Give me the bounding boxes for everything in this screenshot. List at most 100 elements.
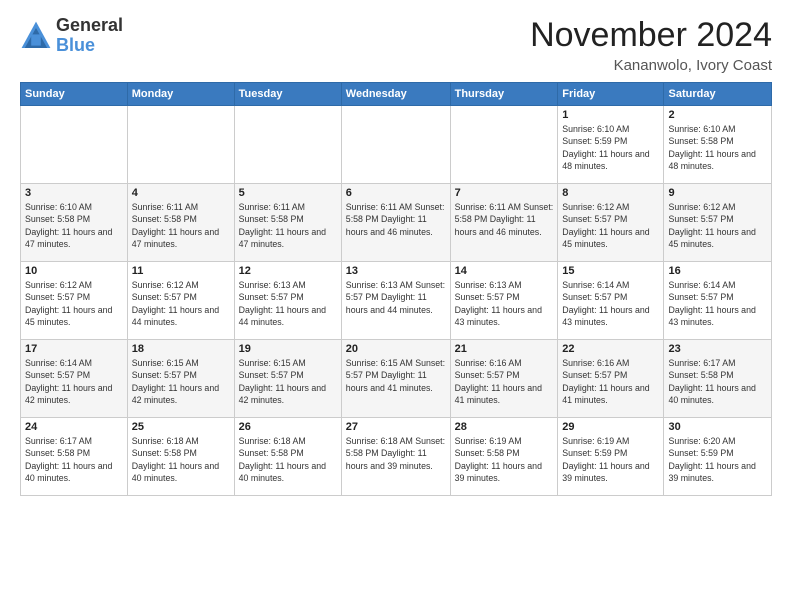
location: Kananwolo, Ivory Coast (530, 57, 772, 74)
day-number: 25 (132, 421, 230, 433)
table-cell: 21 Sunrise: 6:16 AM Sunset: 5:57 PM Dayli… (450, 340, 558, 418)
day-info: Sunrise: 6:14 AM Sunset: 5:57 PM Dayligh… (25, 357, 123, 406)
table-cell: 9Sunrise: 6:12 AM Sunset: 5:57 PM Daylig… (664, 184, 772, 262)
table-cell (341, 106, 450, 184)
day-number: 16 (668, 265, 767, 277)
day-info: Sunrise: 6:19 AM Sunset: 5:58 PM Dayligh… (455, 435, 554, 484)
day-number: 15 (562, 265, 659, 277)
day-info: Sunrise: 6:11 AM Sunset: 5:58 PM Dayligh… (132, 201, 230, 250)
week-row-2: 10 Sunrise: 6:12 AM Sunset: 5:57 PM Dayli… (21, 262, 772, 340)
week-row-4: 24Sunrise: 6:17 AM Sunset: 5:58 PM Dayli… (21, 418, 772, 496)
table-cell: 16Sunrise: 6:14 AM Sunset: 5:57 PM Dayli… (664, 262, 772, 340)
day-info: Sunrise: 6:11 AM Sunset: 5:58 PM Dayligh… (455, 201, 554, 238)
day-number: 29 (562, 421, 659, 433)
table-cell: 30 Sunrise: 6:20 AM Sunset: 5:59 PM Dayli… (664, 418, 772, 496)
day-number: 27 (346, 421, 446, 433)
table-cell: 13 Sunrise: 6:13 AM Sunset: 5:57 PM Dayli… (341, 262, 450, 340)
week-row-0: 1Sunrise: 6:10 AM Sunset: 5:59 PM Daylig… (21, 106, 772, 184)
page-header: General Blue November 2024 Kananwolo, Iv… (20, 16, 772, 74)
table-cell: 17 Sunrise: 6:14 AM Sunset: 5:57 PM Dayli… (21, 340, 128, 418)
day-number: 2 (668, 109, 767, 121)
day-info: Sunrise: 6:17 AM Sunset: 5:58 PM Dayligh… (668, 357, 767, 406)
day-info: Sunrise: 6:10 AM Sunset: 5:59 PM Dayligh… (562, 123, 659, 172)
table-cell: 20Sunrise: 6:15 AM Sunset: 5:57 PM Dayli… (341, 340, 450, 418)
table-cell (450, 106, 558, 184)
table-cell: 26Sunrise: 6:18 AM Sunset: 5:58 PM Dayli… (234, 418, 341, 496)
day-number: 14 (455, 265, 554, 277)
day-number: 19 (239, 343, 337, 355)
day-number: 8 (562, 187, 659, 199)
day-info: Sunrise: 6:12 AM Sunset: 5:57 PM Dayligh… (562, 201, 659, 250)
weekday-header-row: Sunday Monday Tuesday Wednesday Thursday… (21, 83, 772, 106)
table-cell: 7 Sunrise: 6:11 AM Sunset: 5:58 PM Daylig… (450, 184, 558, 262)
header-tuesday: Tuesday (234, 83, 341, 106)
day-info: Sunrise: 6:16 AM Sunset: 5:57 PM Dayligh… (562, 357, 659, 406)
logo-text: General Blue (56, 16, 123, 56)
day-number: 21 (455, 343, 554, 355)
day-info: Sunrise: 6:18 AM Sunset: 5:58 PM Dayligh… (132, 435, 230, 484)
day-info: Sunrise: 6:13 AM Sunset: 5:57 PM Dayligh… (346, 279, 446, 316)
header-monday: Monday (127, 83, 234, 106)
day-number: 3 (25, 187, 123, 199)
day-info: Sunrise: 6:13 AM Sunset: 5:57 PM Dayligh… (239, 279, 337, 328)
calendar-table: Sunday Monday Tuesday Wednesday Thursday… (20, 82, 772, 496)
day-number: 28 (455, 421, 554, 433)
table-cell: 4 Sunrise: 6:11 AM Sunset: 5:58 PM Daylig… (127, 184, 234, 262)
title-section: November 2024 Kananwolo, Ivory Coast (530, 16, 772, 74)
table-cell: 25 Sunrise: 6:18 AM Sunset: 5:58 PM Dayli… (127, 418, 234, 496)
table-cell: 1Sunrise: 6:10 AM Sunset: 5:59 PM Daylig… (558, 106, 664, 184)
table-cell: 23 Sunrise: 6:17 AM Sunset: 5:58 PM Dayli… (664, 340, 772, 418)
table-cell: 11Sunrise: 6:12 AM Sunset: 5:57 PM Dayli… (127, 262, 234, 340)
day-info: Sunrise: 6:10 AM Sunset: 5:58 PM Dayligh… (668, 123, 767, 172)
table-cell: 29Sunrise: 6:19 AM Sunset: 5:59 PM Dayli… (558, 418, 664, 496)
day-number: 11 (132, 265, 230, 277)
table-cell: 18Sunrise: 6:15 AM Sunset: 5:57 PM Dayli… (127, 340, 234, 418)
logo-icon (20, 20, 52, 52)
day-number: 4 (132, 187, 230, 199)
day-number: 13 (346, 265, 446, 277)
day-info: Sunrise: 6:14 AM Sunset: 5:57 PM Dayligh… (562, 279, 659, 328)
day-number: 17 (25, 343, 123, 355)
day-number: 12 (239, 265, 337, 277)
day-info: Sunrise: 6:15 AM Sunset: 5:57 PM Dayligh… (239, 357, 337, 406)
table-cell (234, 106, 341, 184)
table-cell: 24Sunrise: 6:17 AM Sunset: 5:58 PM Dayli… (21, 418, 128, 496)
day-info: Sunrise: 6:20 AM Sunset: 5:59 PM Dayligh… (668, 435, 767, 484)
day-info: Sunrise: 6:18 AM Sunset: 5:58 PM Dayligh… (346, 435, 446, 472)
table-cell (21, 106, 128, 184)
table-cell: 5Sunrise: 6:11 AM Sunset: 5:58 PM Daylig… (234, 184, 341, 262)
table-cell: 14Sunrise: 6:13 AM Sunset: 5:57 PM Dayli… (450, 262, 558, 340)
day-number: 22 (562, 343, 659, 355)
logo: General Blue (20, 16, 123, 56)
header-sunday: Sunday (21, 83, 128, 106)
day-number: 6 (346, 187, 446, 199)
day-info: Sunrise: 6:16 AM Sunset: 5:57 PM Dayligh… (455, 357, 554, 406)
day-number: 7 (455, 187, 554, 199)
table-cell: 2 Sunrise: 6:10 AM Sunset: 5:58 PM Daylig… (664, 106, 772, 184)
day-number: 23 (668, 343, 767, 355)
table-cell: 15 Sunrise: 6:14 AM Sunset: 5:57 PM Dayli… (558, 262, 664, 340)
day-number: 10 (25, 265, 123, 277)
day-number: 5 (239, 187, 337, 199)
header-friday: Friday (558, 83, 664, 106)
table-cell: 19 Sunrise: 6:15 AM Sunset: 5:57 PM Dayli… (234, 340, 341, 418)
day-number: 30 (668, 421, 767, 433)
day-info: Sunrise: 6:15 AM Sunset: 5:57 PM Dayligh… (346, 357, 446, 394)
day-info: Sunrise: 6:12 AM Sunset: 5:57 PM Dayligh… (25, 279, 123, 328)
header-wednesday: Wednesday (341, 83, 450, 106)
day-number: 24 (25, 421, 123, 433)
table-cell: 10 Sunrise: 6:12 AM Sunset: 5:57 PM Dayli… (21, 262, 128, 340)
logo-blue: Blue (56, 36, 123, 56)
week-row-3: 17 Sunrise: 6:14 AM Sunset: 5:57 PM Dayli… (21, 340, 772, 418)
logo-general: General (56, 16, 123, 36)
day-info: Sunrise: 6:12 AM Sunset: 5:57 PM Dayligh… (668, 201, 767, 250)
table-cell: 8 Sunrise: 6:12 AM Sunset: 5:57 PM Daylig… (558, 184, 664, 262)
table-cell: 27 Sunrise: 6:18 AM Sunset: 5:58 PM Dayli… (341, 418, 450, 496)
week-row-1: 3 Sunrise: 6:10 AM Sunset: 5:58 PM Daylig… (21, 184, 772, 262)
table-cell: 22 Sunrise: 6:16 AM Sunset: 5:57 PM Dayli… (558, 340, 664, 418)
table-cell: 6Sunrise: 6:11 AM Sunset: 5:58 PM Daylig… (341, 184, 450, 262)
day-info: Sunrise: 6:10 AM Sunset: 5:58 PM Dayligh… (25, 201, 123, 250)
day-info: Sunrise: 6:15 AM Sunset: 5:57 PM Dayligh… (132, 357, 230, 406)
table-cell: 28 Sunrise: 6:19 AM Sunset: 5:58 PM Dayli… (450, 418, 558, 496)
table-cell: 12 Sunrise: 6:13 AM Sunset: 5:57 PM Dayli… (234, 262, 341, 340)
